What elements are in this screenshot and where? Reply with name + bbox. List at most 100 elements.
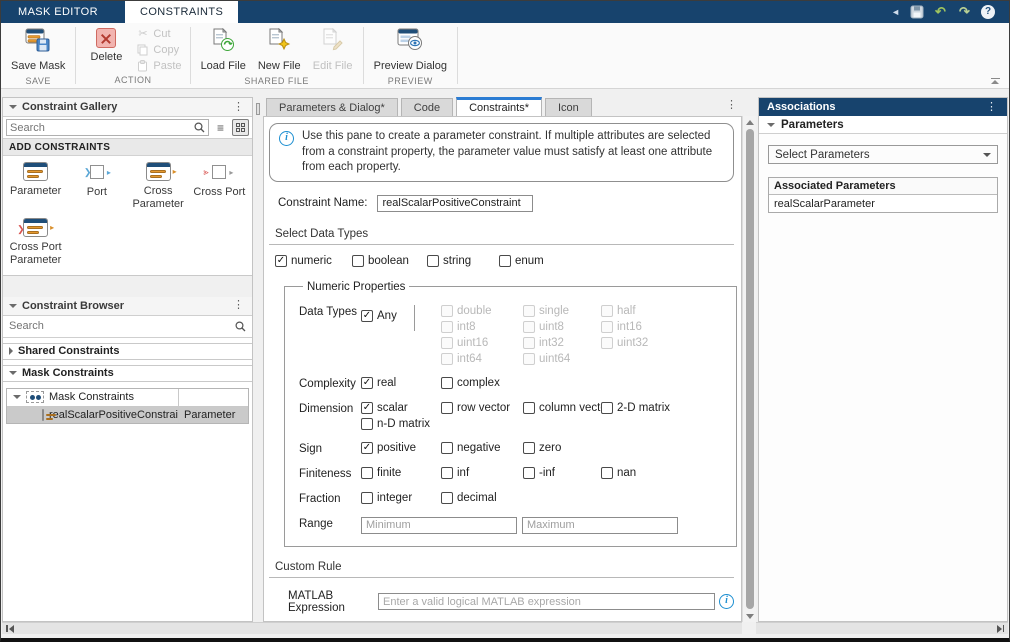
- gallery-item-cross-parameter[interactable]: Cross Parameter: [128, 162, 189, 210]
- mask-constraints-group[interactable]: Mask Constraints: [3, 365, 252, 382]
- checkbox-column-vector[interactable]: column vector: [523, 402, 601, 414]
- delete-button[interactable]: Delete: [82, 26, 130, 73]
- checkbox-2-d-matrix[interactable]: 2-D matrix: [601, 402, 670, 414]
- constraint-gallery-header[interactable]: Constraint Gallery ⋮: [3, 98, 252, 117]
- checkbox-box[interactable]: [441, 467, 453, 479]
- checkbox-integer[interactable]: integer: [361, 492, 441, 504]
- gallery-search-box[interactable]: [6, 119, 209, 136]
- checkbox-finite[interactable]: finite: [361, 467, 441, 479]
- checkbox-box[interactable]: ✓: [361, 402, 373, 414]
- constraint-browser-header[interactable]: Constraint Browser ⋮: [3, 297, 252, 316]
- range-minimum-input[interactable]: [361, 517, 517, 534]
- checkbox-negative[interactable]: negative: [441, 442, 523, 454]
- save-icon[interactable]: [909, 5, 924, 20]
- checkbox-box[interactable]: [441, 377, 453, 389]
- redo-icon[interactable]: ↷: [957, 5, 972, 20]
- checkbox-box[interactable]: [427, 255, 439, 267]
- collapse-triangle-icon[interactable]: [767, 123, 775, 127]
- tabstrip-menu-icon[interactable]: ⋮: [724, 100, 739, 111]
- grid-view-button[interactable]: [232, 119, 249, 136]
- checkbox-scalar[interactable]: ✓scalar: [361, 402, 441, 414]
- save-mask-button[interactable]: Save Mask: [7, 26, 69, 74]
- checkbox-box[interactable]: [523, 442, 535, 454]
- checkbox-complex[interactable]: complex: [441, 377, 523, 389]
- collapse-triangle-icon[interactable]: [9, 371, 17, 375]
- scroll-left-end-icon[interactable]: [6, 625, 14, 633]
- gallery-item-parameter[interactable]: Parameter: [5, 162, 66, 210]
- tab-code[interactable]: Code: [401, 98, 453, 116]
- parameters-section-header[interactable]: Parameters: [759, 116, 1007, 134]
- checkbox-real[interactable]: ✓real: [361, 377, 441, 389]
- checkbox-positive[interactable]: ✓positive: [361, 442, 441, 454]
- collapse-triangle-icon[interactable]: [9, 304, 17, 308]
- checkbox-box[interactable]: ✓: [275, 255, 287, 267]
- load-file-button[interactable]: Load File: [197, 26, 250, 74]
- horizontal-scrollbar-right[interactable]: [756, 622, 1008, 634]
- checkbox-box[interactable]: [361, 467, 373, 479]
- splitter-grip-icon[interactable]: [256, 103, 260, 115]
- gallery-item-port[interactable]: Port: [66, 162, 127, 210]
- tab-constraints[interactable]: Constraints*: [456, 97, 542, 116]
- shared-constraints-group[interactable]: Shared Constraints: [3, 343, 252, 360]
- horizontal-scrollbar-left[interactable]: [2, 622, 742, 634]
- tree-root-row[interactable]: Mask Constraints: [7, 389, 248, 406]
- scrollbar-thumb[interactable]: [746, 129, 754, 609]
- checkbox-row-vector[interactable]: row vector: [441, 402, 523, 414]
- checkbox-box[interactable]: [601, 402, 613, 414]
- checkbox-string[interactable]: string: [427, 255, 499, 267]
- checkbox-numeric[interactable]: ✓numeric: [275, 255, 352, 267]
- tree-constraint-row[interactable]: realScalarPositiveConstraint Parameter: [7, 406, 248, 423]
- checkbox-box[interactable]: ✓: [361, 442, 373, 454]
- back-chevron-icon[interactable]: ◄: [891, 7, 900, 17]
- tab-icon[interactable]: Icon: [545, 98, 592, 116]
- gallery-menu-icon[interactable]: ⋮: [231, 102, 246, 113]
- undo-icon[interactable]: ↶: [933, 5, 948, 20]
- panel-splitter[interactable]: [253, 97, 263, 622]
- checkbox-box[interactable]: [523, 402, 535, 414]
- checkbox-box[interactable]: [601, 467, 613, 479]
- expand-triangle-icon[interactable]: [9, 347, 13, 355]
- collapse-triangle-icon[interactable]: [13, 395, 21, 399]
- checkbox-any[interactable]: ✓Any: [361, 310, 397, 322]
- checkbox-enum[interactable]: enum: [499, 255, 735, 267]
- tab-mask-editor[interactable]: MASK EDITOR: [3, 1, 113, 23]
- associated-parameter-row[interactable]: realScalarParameter: [769, 195, 997, 212]
- help-icon[interactable]: ?: [981, 5, 995, 19]
- checkbox-zero[interactable]: zero: [523, 442, 601, 454]
- checkbox-box[interactable]: [352, 255, 364, 267]
- constraint-name-input[interactable]: [377, 195, 533, 212]
- scroll-up-icon[interactable]: [743, 116, 756, 128]
- checkbox-box[interactable]: [441, 492, 453, 504]
- associations-menu-icon[interactable]: ⋮: [984, 102, 999, 113]
- checkbox-box[interactable]: [361, 418, 373, 430]
- checkbox-boolean[interactable]: boolean: [352, 255, 427, 267]
- scroll-right-end-icon[interactable]: [997, 625, 1005, 633]
- vertical-scrollbar[interactable]: [742, 116, 756, 622]
- collapse-ribbon-button[interactable]: [989, 78, 1001, 84]
- checkbox-box[interactable]: [523, 467, 535, 479]
- checkbox-box[interactable]: ✓: [361, 377, 373, 389]
- range-maximum-input[interactable]: [522, 517, 678, 534]
- scroll-down-icon[interactable]: [743, 610, 756, 622]
- browser-search-input[interactable]: [9, 320, 235, 332]
- checkbox-decimal[interactable]: decimal: [441, 492, 523, 504]
- preview-dialog-button[interactable]: Preview Dialog: [370, 26, 451, 74]
- checkbox-nan[interactable]: nan: [601, 467, 636, 479]
- tab-constraints-ribbon[interactable]: CONSTRAINTS: [125, 1, 238, 23]
- collapse-triangle-icon[interactable]: [9, 105, 17, 109]
- checkbox--inf[interactable]: -inf: [523, 467, 601, 479]
- gallery-item-cross-port-parameter[interactable]: Cross Port Parameter: [5, 218, 66, 266]
- gallery-item-cross-port[interactable]: Cross Port: [189, 162, 250, 210]
- checkbox-box[interactable]: [441, 442, 453, 454]
- checkbox-box[interactable]: ✓: [361, 310, 373, 322]
- checkbox-n-d-matrix[interactable]: n-D matrix: [361, 418, 441, 430]
- select-parameters-dropdown[interactable]: Select Parameters: [768, 145, 998, 164]
- list-view-button[interactable]: ≡: [212, 119, 229, 136]
- gallery-search-input[interactable]: [10, 122, 194, 134]
- expression-info-icon[interactable]: i: [719, 594, 734, 609]
- checkbox-inf[interactable]: inf: [441, 467, 523, 479]
- matlab-expression-input[interactable]: [378, 593, 715, 610]
- checkbox-box[interactable]: [361, 492, 373, 504]
- new-file-button[interactable]: New File: [254, 26, 305, 74]
- checkbox-box[interactable]: [441, 402, 453, 414]
